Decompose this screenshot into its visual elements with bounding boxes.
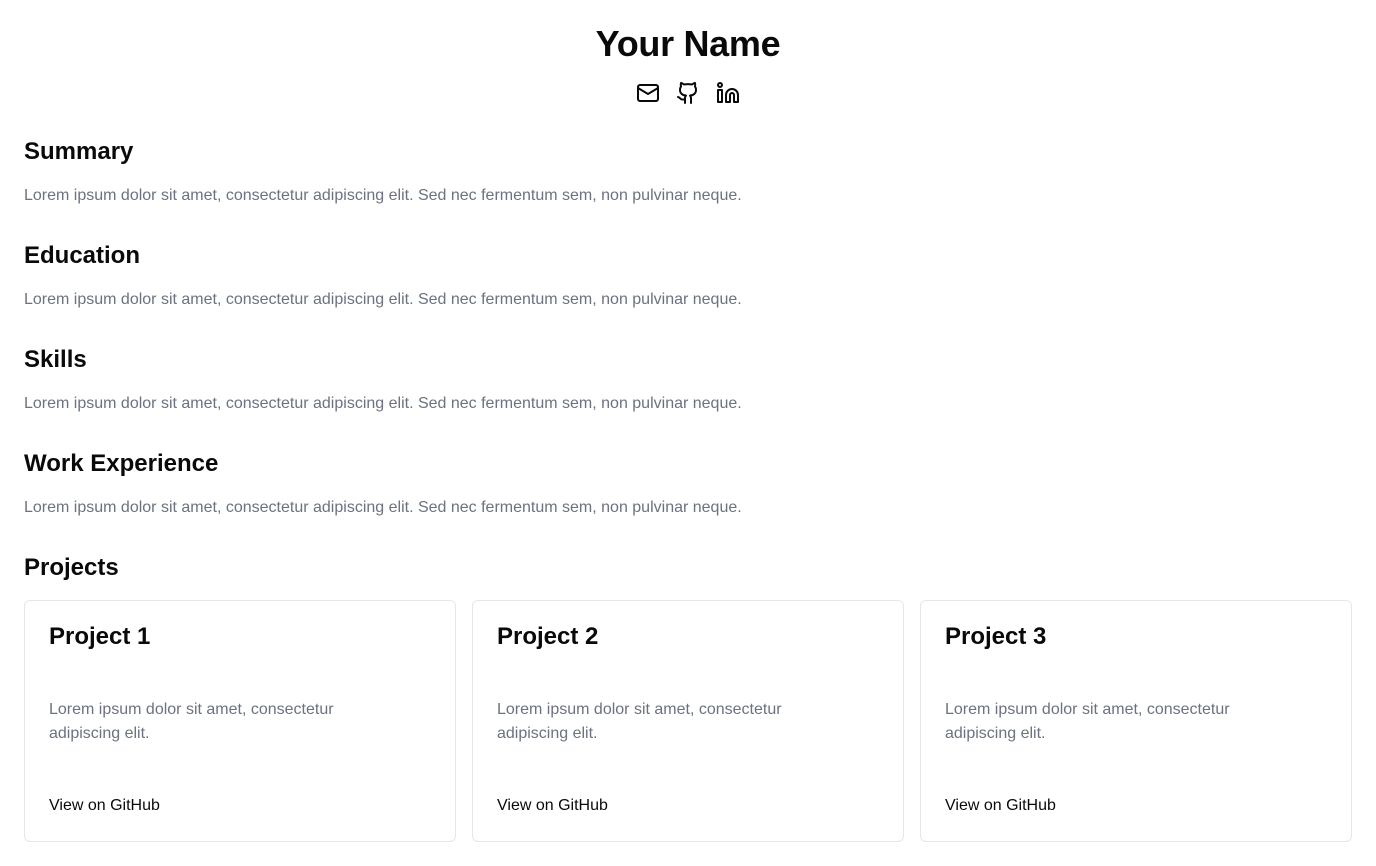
page-title: Your Name: [595, 23, 781, 64]
project-title: Project 3: [945, 623, 1047, 650]
linkedin-icon: [717, 82, 739, 103]
work-experience-heading: Work Experience: [24, 450, 219, 477]
education-section: Education Lorem ipsum dolor sit amet, co…: [24, 241, 742, 311]
work-experience-text: Lorem ipsum dolor sit amet, consectetur …: [24, 499, 742, 516]
projects-heading: Projects: [24, 554, 119, 581]
github-link[interactable]: [676, 80, 700, 106]
github-icon: [677, 82, 698, 104]
education-heading: Education: [24, 242, 141, 269]
work-experience-section: Work Experience Lorem ipsum dolor sit am…: [24, 449, 742, 519]
education-text: Lorem ipsum dolor sit amet, consectetur …: [24, 291, 742, 308]
project-description: Lorem ipsum dolor sit amet, consectetur …: [497, 701, 782, 742]
summary-section: Summary Lorem ipsum dolor sit amet, cons…: [24, 137, 742, 207]
social-links: [24, 80, 1352, 106]
summary-heading: Summary: [24, 138, 134, 165]
skills-text: Lorem ipsum dolor sit amet, consectetur …: [24, 395, 742, 412]
project-description: Lorem ipsum dolor sit amet, consectetur …: [945, 701, 1230, 742]
email-link[interactable]: [636, 80, 660, 106]
project-card: Project 1 Lorem ipsum dolor sit amet, co…: [24, 600, 456, 842]
resume-page: Your Name Summary Lorem ipsum dolor sit …: [0, 0, 1376, 866]
projects-grid: Project 1 Lorem ipsum dolor sit amet, co…: [24, 600, 1352, 842]
view-on-github-link[interactable]: View on GitHub: [497, 795, 608, 817]
skills-section: Skills Lorem ipsum dolor sit amet, conse…: [24, 345, 742, 415]
project-card: Project 3 Lorem ipsum dolor sit amet, co…: [920, 600, 1352, 842]
project-title: Project 1: [49, 623, 151, 650]
summary-text: Lorem ipsum dolor sit amet, consectetur …: [24, 187, 742, 204]
projects-section: Projects: [24, 553, 119, 583]
page-header: Your Name: [24, 0, 1352, 106]
view-on-github-link[interactable]: View on GitHub: [49, 795, 160, 817]
view-on-github-link[interactable]: View on GitHub: [945, 795, 1056, 817]
skills-heading: Skills: [24, 346, 87, 373]
project-title: Project 2: [497, 623, 599, 650]
project-description: Lorem ipsum dolor sit amet, consectetur …: [49, 701, 334, 742]
project-card: Project 2 Lorem ipsum dolor sit amet, co…: [472, 600, 904, 842]
mail-icon: [637, 84, 659, 102]
linkedin-link[interactable]: [716, 80, 740, 106]
